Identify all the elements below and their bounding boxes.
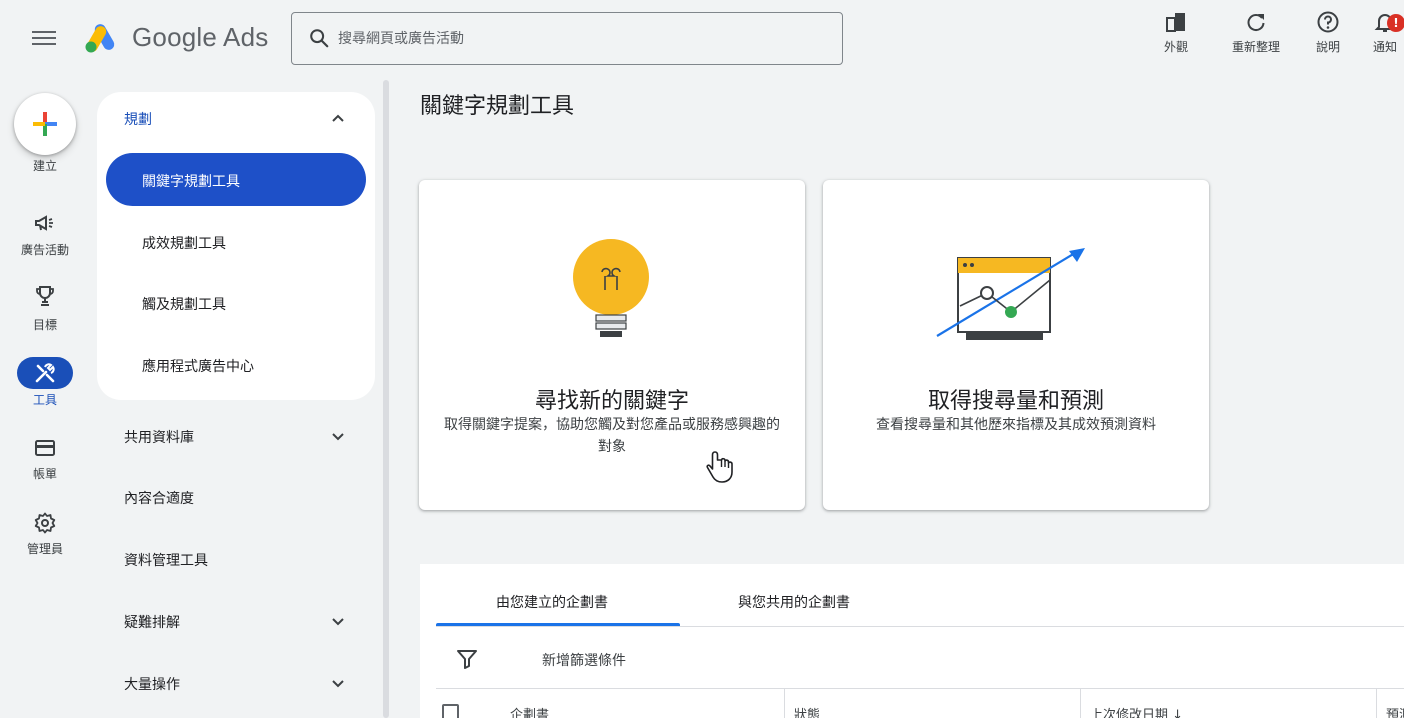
credit-card-icon [35,440,55,456]
campaigns-label: 廣告活動 [20,243,69,257]
select-all-checkbox[interactable] [442,704,459,718]
nav-item-performance-planner[interactable]: 成效規劃工具 [142,233,226,253]
column-header-plan[interactable]: 企劃書 [510,704,549,718]
goals-label: 目標 [32,318,57,332]
rail-item-goals[interactable]: 目標 [0,284,90,348]
nav-item-app-ads-hub[interactable]: 應用程式廣告中心 [142,356,254,376]
lightbulb-icon [573,239,649,337]
chart-trend-icon [936,248,1085,340]
gear-icon [34,512,56,534]
create-label: 建立 [32,159,57,173]
brand-name: Google Ads [132,22,269,52]
search-input[interactable] [338,25,828,53]
nav-item-data-manager[interactable]: 資料管理工具 [124,550,208,570]
admin-label: 管理員 [26,542,63,556]
refresh-icon [1247,14,1265,32]
forecast-title: 取得搜尋量和預測 [927,389,1104,414]
page-title: 關鍵字規劃工具 [420,94,575,119]
discover-keywords-title: 尋找新的關鍵字 [534,389,689,414]
secondary-nav: 規劃 關鍵字規劃工具 成效規劃工具 觸及規劃工具 應用程式廣告中心 共用資料庫 … [90,78,390,718]
help-icon [1317,11,1339,33]
chevron-up-icon[interactable] [328,108,348,128]
billing-label: 帳單 [32,467,57,481]
column-header-forecast[interactable]: 預測 [1386,704,1404,718]
help-label: 說明 [1315,40,1340,54]
notifications-label: 通知 [1372,40,1397,54]
nav-item-reach-planner[interactable]: 觸及規劃工具 [142,294,226,314]
keyword-planner-label: 關鍵字規劃工具 [142,174,240,190]
top-bar: Google Ads 外觀 重新整理 說明 ! [0,0,1404,78]
tabs-divider [436,626,1404,627]
help-button[interactable]: 說明 [1296,10,1360,60]
refresh-button[interactable]: 重新整理 [1224,10,1288,60]
hand-pointer-icon [706,451,733,483]
nav-item-shared-library[interactable]: 共用資料庫 [124,427,194,447]
trophy-icon [36,286,54,306]
filter-icon[interactable] [456,648,478,670]
tab-shared-with-you[interactable]: 與您共用的企劃書 [738,592,850,612]
appearance-label: 外觀 [1163,40,1188,54]
chevron-down-icon[interactable] [328,611,348,631]
rail-item-campaigns[interactable]: 廣告活動 [0,211,90,275]
column-separator [1376,689,1377,718]
column-separator [784,689,785,718]
appearance-button[interactable]: 外觀 [1144,10,1208,60]
search-icon [310,29,329,48]
search-volume-forecast-card[interactable]: 取得搜尋量和預測 查看搜尋量和其他歷來指標及其成效預測資料 [823,180,1209,510]
add-filter-button[interactable]: 新增篩選條件 [542,650,626,670]
forecast-desc: 查看搜尋量和其他歷來指標及其成效預測資料 [876,417,1156,433]
rail-item-admin[interactable]: 管理員 [0,511,90,575]
chevron-down-icon[interactable] [328,426,348,446]
column-separator [1080,689,1081,718]
planning-section-header[interactable]: 規劃 [124,109,152,129]
rail-item-billing[interactable]: 帳單 [0,436,90,500]
notification-badge: ! [1387,14,1404,32]
nav-item-keyword-planner[interactable]: 關鍵字規劃工具 [106,153,366,206]
column-header-last-modified[interactable]: 上次修改日期 ↓ [1090,704,1183,718]
planning-section-card [97,92,375,400]
tools-label: 工具 [32,393,57,407]
appearance-icon [1166,13,1185,32]
tools-icon [35,363,55,383]
table-divider [436,688,1404,689]
plus-icon [33,112,57,136]
refresh-label: 重新整理 [1231,40,1280,54]
google-ads-logo [85,24,115,53]
search-box[interactable] [291,12,843,65]
create-button[interactable] [14,93,76,155]
nav-item-troubleshooting[interactable]: 疑難排解 [124,612,180,632]
chevron-down-icon[interactable] [328,673,348,693]
main-menu-icon[interactable] [32,28,56,48]
notifications-button[interactable]: ! 通知 [1353,10,1404,60]
nav-scrollbar[interactable] [383,80,389,718]
column-header-status[interactable]: 狀態 [794,704,820,718]
nav-item-bulk-actions[interactable]: 大量操作 [124,674,180,694]
left-rail: 建立 廣告活動 目標 工具 帳單 管理員 [0,78,90,718]
rail-item-tools[interactable]: 工具 [0,357,90,421]
plans-panel: 由您建立的企劃書 與您共用的企劃書 新增篩選條件 企劃書 狀態 上次修改日期 ↓… [420,564,1404,718]
discover-keywords-card[interactable]: 尋找新的關鍵字 取得關鍵字提案，協助您觸及對您產品或服務感興趣的對象 [419,180,805,510]
tab-created-by-you[interactable]: 由您建立的企劃書 [496,592,608,612]
megaphone-icon [35,215,53,231]
nav-item-content-suitability[interactable]: 內容合適度 [124,488,194,508]
